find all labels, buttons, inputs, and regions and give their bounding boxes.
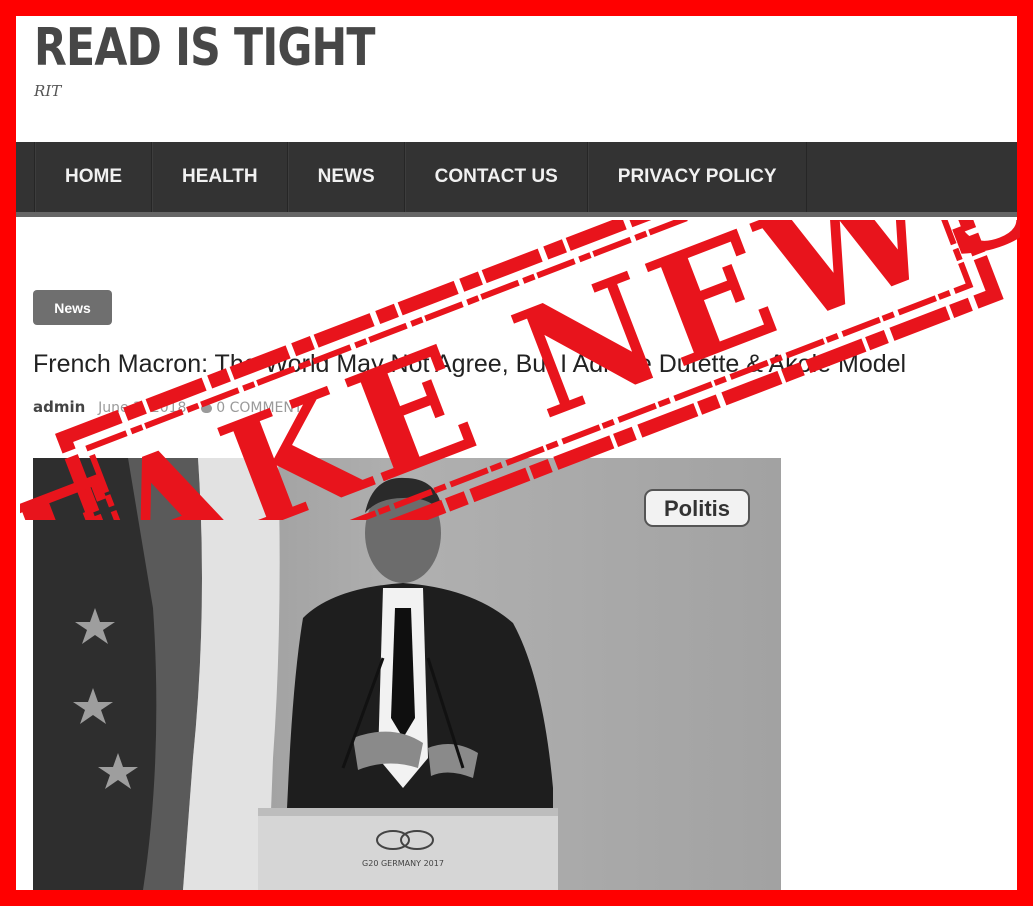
site-title[interactable]: READ IS TIGHT [34,18,376,78]
featured-image: G20 GERMANY 2017 Politis [33,458,781,890]
podium [258,808,558,890]
nav-item-privacy-policy[interactable]: PRIVACY POLICY [587,142,807,212]
post-author[interactable]: admin [33,398,85,416]
post-meta: admin June 3, 2018 0 COMMENTS [33,398,311,416]
post-date: June 3, 2018 [98,400,187,416]
post-title[interactable]: French Macron: The World May Not Agree, … [33,350,1001,379]
podium-text: G20 GERMANY 2017 [362,859,444,868]
comment-icon [201,403,213,413]
featured-image-art: G20 GERMANY 2017 Politis [33,458,781,890]
post-comments-link[interactable]: 0 COMMENTS [201,400,311,416]
nav-item-health[interactable]: HEALTH [152,142,288,212]
nav-item-news[interactable]: NEWS [287,142,405,212]
main-nav: HOME HEALTH NEWS CONTACT US PRIVACY POLI… [16,142,1017,217]
site-tagline: RIT [34,82,62,100]
page-frame: READ IS TIGHT RIT HOME HEALTH NEWS CONTA… [16,16,1017,890]
category-badge[interactable]: News [33,290,112,325]
nav-item-contact-us[interactable]: CONTACT US [404,142,588,212]
nav-spacer [16,142,35,212]
politis-watermark: Politis [664,496,730,521]
post-comments-count: 0 COMMENTS [216,400,312,416]
nav-item-home[interactable]: HOME [35,142,152,212]
